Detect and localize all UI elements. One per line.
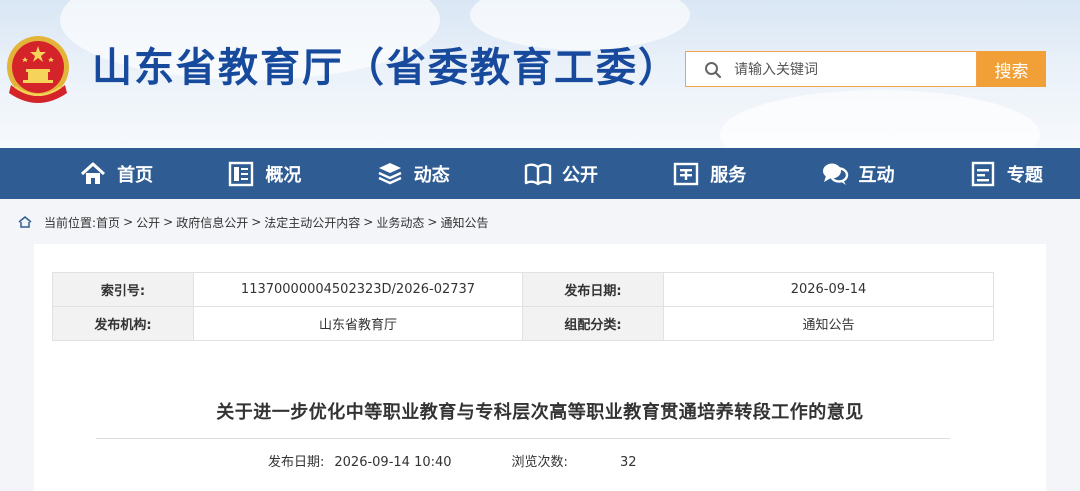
header-cloud xyxy=(720,90,1040,148)
search-button[interactable]: 搜索 xyxy=(977,51,1046,87)
nav-label: 服务 xyxy=(710,164,747,186)
table-row: 发布机构: 山东省教育厅 组配分类: 通知公告 xyxy=(52,306,994,341)
article-date-value: 2026-09-14 10:40 xyxy=(334,455,452,470)
nav-item-interaction[interactable]: 互动 xyxy=(783,148,931,199)
home-icon xyxy=(18,216,32,228)
search-icon xyxy=(705,62,722,79)
nav-item-open[interactable]: 公开 xyxy=(487,148,635,199)
nav-item-overview[interactable]: 概况 xyxy=(190,148,338,199)
national-emblem-icon xyxy=(7,36,69,103)
site-title: 山东省教育厅（省委教育工委） xyxy=(92,45,680,91)
nav-label: 概况 xyxy=(265,164,302,186)
service-icon xyxy=(674,162,699,185)
breadcrumb-prefix: 当前位置: xyxy=(44,215,97,230)
nav-item-service[interactable]: 服务 xyxy=(635,148,783,199)
publish-date-label: 发布日期: xyxy=(522,272,664,307)
breadcrumb-separator: > xyxy=(251,215,262,229)
open-book-icon xyxy=(524,163,552,185)
index-number-label: 索引号: xyxy=(52,272,194,307)
nav-label: 首页 xyxy=(117,164,154,186)
nav-label: 动态 xyxy=(413,164,450,186)
news-stack-icon xyxy=(378,162,402,184)
breadcrumb-gov-info[interactable]: 政府信息公开 xyxy=(176,214,248,231)
breadcrumb: 当前位置: 首页 > 公开 > 政府信息公开 > 法定主动公开内容 > 业务动态 > 通知… xyxy=(18,213,488,231)
breadcrumb-statutory[interactable]: 法定主动公开内容 xyxy=(264,214,360,231)
breadcrumb-separator: > xyxy=(363,215,374,229)
views-count: 32 xyxy=(619,455,637,470)
site-header: 山东省教育厅（省委教育工委） 搜索 xyxy=(0,0,1080,148)
main-nav: 首页 概况 动态 公开 服务 互动 专题 xyxy=(0,148,1080,199)
search-input[interactable] xyxy=(732,52,966,88)
agency-label: 发布机构: xyxy=(52,306,194,341)
nav-item-topic[interactable]: 专题 xyxy=(932,148,1080,199)
breadcrumb-business-news[interactable]: 业务动态 xyxy=(376,214,424,231)
article-info: 发布日期: 2026-09-14 10:40 浏览次数: 32 xyxy=(268,451,636,470)
chat-bubble-icon xyxy=(822,163,848,185)
breadcrumb-open[interactable]: 公开 xyxy=(136,214,160,231)
document-meta-table: 索引号: 11370000004502323D/2026-02737 发布日期:… xyxy=(52,272,994,341)
home-icon xyxy=(81,162,106,184)
article-title: 关于进一步优化中等职业教育与专科层次高等职业教育贯通培养转段工作的意见 xyxy=(216,402,864,423)
overview-icon xyxy=(229,161,254,186)
category-label: 组配分类: xyxy=(522,306,664,341)
publish-date-value: 2026-09-14 xyxy=(663,272,994,307)
nav-label: 互动 xyxy=(858,164,895,186)
topic-document-icon xyxy=(971,161,995,186)
breadcrumb-separator: > xyxy=(123,215,134,229)
title-divider xyxy=(96,438,950,439)
nav-item-home[interactable]: 首页 xyxy=(42,148,190,199)
breadcrumb-notices[interactable]: 通知公告 xyxy=(440,214,488,231)
nav-label: 专题 xyxy=(1006,164,1043,186)
breadcrumb-separator: > xyxy=(163,215,174,229)
content-card: 索引号: 11370000004502323D/2026-02737 发布日期:… xyxy=(34,244,1046,491)
search-box xyxy=(685,51,977,88)
nav-item-news[interactable]: 动态 xyxy=(339,148,487,199)
views-label: 浏览次数: xyxy=(511,455,568,470)
agency-value: 山东省教育厅 xyxy=(193,306,523,341)
article-date-label: 发布日期: xyxy=(268,455,325,470)
breadcrumb-separator: > xyxy=(427,215,438,229)
index-number-value: 11370000004502323D/2026-02737 xyxy=(193,272,523,307)
nav-label: 公开 xyxy=(561,164,598,186)
table-row: 索引号: 11370000004502323D/2026-02737 发布日期:… xyxy=(52,272,994,307)
category-value: 通知公告 xyxy=(663,306,994,341)
breadcrumb-home[interactable]: 首页 xyxy=(96,214,120,231)
